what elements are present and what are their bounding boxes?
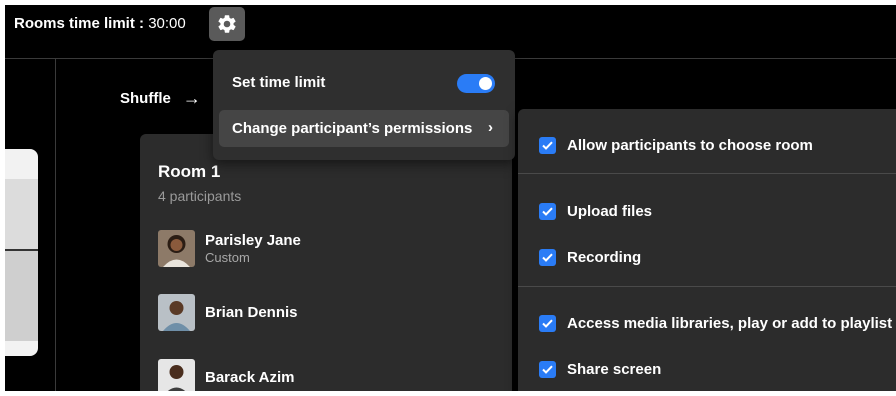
video-tile — [5, 251, 38, 341]
permission-label: Allow participants to choose room — [567, 137, 813, 154]
menu-item-set-time-limit[interactable]: Set time limit — [219, 64, 509, 101]
permission-choose-room[interactable]: Allow participants to choose room — [539, 137, 813, 154]
permissions-divider — [518, 286, 896, 287]
room-title: Room 1 — [158, 162, 221, 181]
checkbox[interactable] — [539, 249, 556, 266]
permissions-submenu: Allow participants to choose room Upload… — [518, 109, 896, 391]
change-permissions-label: Change participant’s permissions — [232, 120, 473, 137]
participant-item[interactable]: Parisley Jane Custom — [158, 230, 301, 267]
checkbox[interactable] — [539, 315, 556, 332]
settings-button[interactable] — [209, 7, 245, 41]
participant-name: Brian Dennis — [205, 304, 298, 321]
menu-item-change-permissions[interactable]: Change participant’s permissions › — [219, 110, 509, 147]
avatar — [158, 359, 195, 391]
permission-upload-files[interactable]: Upload files — [539, 203, 652, 220]
participant-name: Barack Azim — [205, 369, 295, 386]
room-card[interactable]: Room 1 4 participants Parisley Jane Cust… — [140, 134, 512, 391]
shuffle-button[interactable]: Shuffle → — [120, 88, 201, 109]
participant-name: Parisley Jane — [205, 232, 301, 249]
checkbox[interactable] — [539, 361, 556, 378]
permission-label: Upload files — [567, 203, 653, 220]
chevron-right-icon: › — [488, 119, 493, 136]
avatar — [158, 230, 195, 267]
time-limit-value: 30:00 — [148, 15, 186, 32]
settings-menu: Set time limit Change participant’s perm… — [213, 50, 515, 160]
checkbox[interactable] — [539, 203, 556, 220]
permission-media-libraries[interactable]: Access media libraries, play or add to p… — [539, 315, 892, 332]
permission-label: Access media libraries, play or add to p… — [567, 315, 893, 332]
participant-item[interactable]: Barack Azim — [158, 359, 295, 391]
checkmark-icon — [542, 253, 553, 262]
gear-icon — [218, 15, 236, 33]
permission-recording[interactable]: Recording — [539, 249, 641, 266]
shuffle-label: Shuffle — [120, 90, 171, 107]
permissions-divider — [518, 173, 896, 174]
checkmark-icon — [542, 319, 553, 328]
avatar — [158, 294, 195, 331]
divider-vertical — [55, 59, 56, 391]
set-time-limit-label: Set time limit — [232, 74, 326, 91]
checkbox[interactable] — [539, 137, 556, 154]
checkmark-icon — [542, 207, 553, 216]
rooms-time-limit: Rooms time limit : 30:00 — [14, 15, 186, 32]
participant-item[interactable]: Brian Dennis — [158, 294, 298, 331]
video-tile — [5, 179, 38, 249]
permission-label: Share screen — [567, 361, 662, 378]
participant-role: Custom — [205, 250, 250, 265]
time-limit-toggle[interactable] — [457, 74, 495, 93]
time-limit-label: Rooms time limit : — [14, 15, 145, 32]
permission-share-screen[interactable]: Share screen — [539, 361, 661, 378]
room-participant-count: 4 participants — [158, 188, 242, 204]
toggle-knob — [479, 77, 492, 90]
arrow-right-icon: → — [182, 88, 201, 108]
checkmark-icon — [542, 141, 553, 150]
checkmark-icon — [542, 365, 553, 374]
permission-label: Recording — [567, 249, 642, 266]
breakout-rooms-view: Rooms time limit : 30:00 Shuffle → Room … — [5, 5, 896, 391]
video-preview — [5, 149, 38, 356]
